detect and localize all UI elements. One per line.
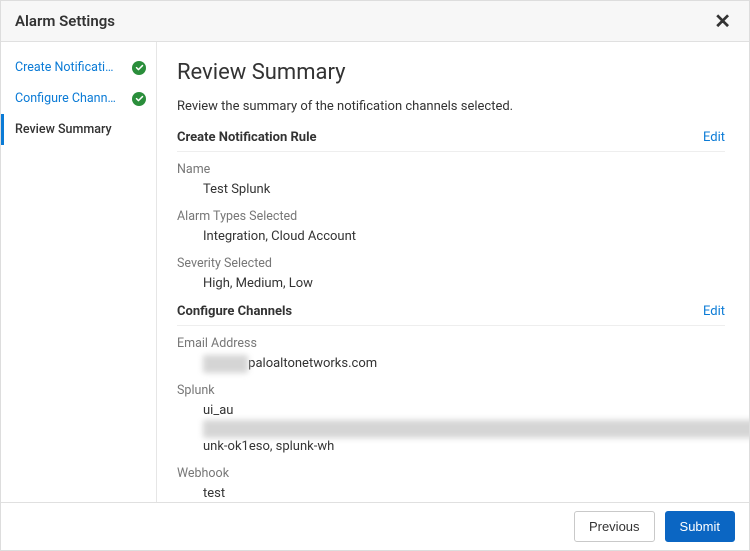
field-email: Email Address xxxxxxxpaloaltonetworks.co…	[177, 336, 725, 373]
email-domain: paloaltonetworks.com	[248, 356, 377, 371]
modal-body: Create Notification ... Configure Channe…	[1, 42, 749, 502]
field-webhook: Webhook test	[177, 466, 725, 502]
field-label: Splunk	[177, 383, 725, 398]
field-value: Integration, Cloud Account	[177, 228, 725, 246]
field-value: test	[177, 485, 725, 502]
field-alarm-types: Alarm Types Selected Integration, Cloud …	[177, 209, 725, 246]
check-icon	[132, 92, 146, 106]
section-header-rule: Create Notification Rule Edit	[177, 130, 725, 152]
previous-button[interactable]: Previous	[574, 511, 655, 542]
wizard-sidebar: Create Notification ... Configure Channe…	[1, 42, 157, 502]
section-title: Configure Channels	[177, 304, 292, 319]
check-icon	[132, 61, 146, 75]
close-icon[interactable]: ✕	[710, 9, 735, 33]
field-value: High, Medium, Low	[177, 275, 725, 293]
page-title: Review Summary	[177, 60, 725, 85]
modal-footer: Previous Submit	[1, 502, 749, 550]
field-name: Name Test Splunk	[177, 162, 725, 199]
field-label: Webhook	[177, 466, 725, 481]
section-header-channels: Configure Channels Edit	[177, 304, 725, 326]
page-description: Review the summary of the notification c…	[177, 99, 725, 114]
alarm-settings-modal: Alarm Settings ✕ Create Notification ...…	[0, 0, 750, 551]
step-label: Review Summary	[15, 122, 112, 137]
field-label: Name	[177, 162, 725, 177]
step-review-summary[interactable]: Review Summary	[1, 114, 156, 145]
modal-header: Alarm Settings ✕	[1, 1, 749, 42]
field-label: Email Address	[177, 336, 725, 351]
step-label: Configure Channels	[15, 91, 120, 106]
section-title: Create Notification Rule	[177, 130, 317, 145]
field-severity: Severity Selected High, Medium, Low	[177, 256, 725, 293]
step-configure-channels[interactable]: Configure Channels	[1, 83, 156, 114]
main-content: Review Summary Review the summary of the…	[157, 42, 749, 502]
field-value: ui_auxxxxxxxxxxxxxxxxxxxxxxxxxxxxxxxxxxx…	[177, 402, 725, 457]
modal-title: Alarm Settings	[15, 12, 115, 30]
submit-button[interactable]: Submit	[665, 511, 735, 542]
splunk-suffix: unk-ok1eso, splunk-wh	[203, 439, 334, 454]
step-label: Create Notification ...	[15, 60, 120, 75]
field-value: xxxxxxxpaloaltonetworks.com	[177, 355, 725, 373]
redacted-text: xxxxxxx	[203, 355, 248, 373]
edit-rule-link[interactable]: Edit	[703, 130, 725, 145]
field-splunk: Splunk ui_auxxxxxxxxxxxxxxxxxxxxxxxxxxxx…	[177, 383, 725, 457]
redacted-text: xxxxxxxxxxxxxxxxxxxxxxxxxxxxxxxxxxxxxxxx…	[203, 420, 749, 438]
field-label: Alarm Types Selected	[177, 209, 725, 224]
field-value: Test Splunk	[177, 181, 725, 199]
splunk-prefix: ui_au	[203, 403, 233, 418]
step-create-notification[interactable]: Create Notification ...	[1, 52, 156, 83]
edit-channels-link[interactable]: Edit	[703, 304, 725, 319]
field-label: Severity Selected	[177, 256, 725, 271]
